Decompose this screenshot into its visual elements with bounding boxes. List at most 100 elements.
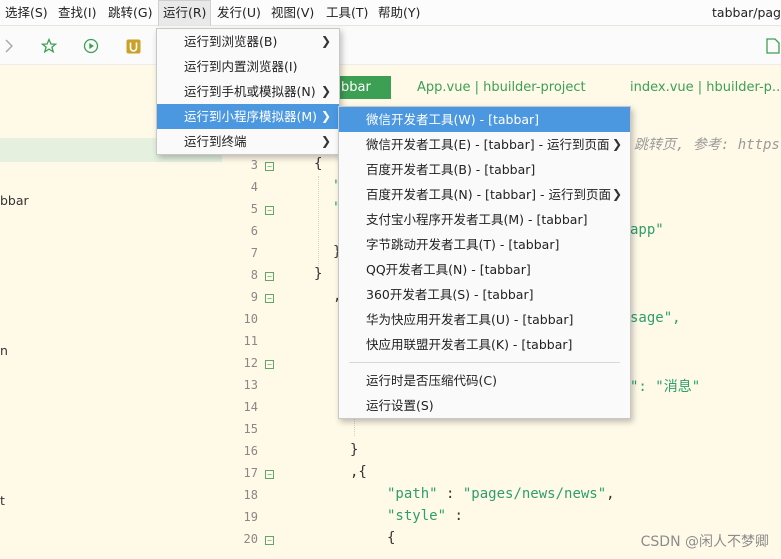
menu-item-label: 运行到终端: [184, 134, 247, 149]
menu-item-run-miniprogram[interactable]: 运行到小程序模拟器(M) ❯: [157, 104, 339, 129]
fold-toggle-icon[interactable]: −: [265, 536, 274, 545]
fold-toggle-icon[interactable]: −: [265, 272, 274, 281]
menu-item-label: 百度开发者工具(N) - [tabbar] - 运行到页面: [366, 187, 612, 202]
menu-item-run-device[interactable]: 运行到手机或模拟器(N) ❯: [157, 79, 339, 104]
menu-item-label: 快应用联盟开发者工具(K) - [tabbar]: [366, 337, 573, 352]
menubar: 选择(S) 查找(I) 跳转(G) 运行(R) 发行(U) 视图(V) 工具(T…: [0, 0, 781, 26]
chevron-right-icon: ❯: [320, 84, 331, 98]
uni-app-icon[interactable]: [124, 27, 142, 65]
menu-item-run-browser[interactable]: 运行到浏览器(B) ❯: [157, 29, 339, 54]
menu-item-label: 360开发者工具(S) - [tabbar]: [366, 287, 534, 302]
menu-publish[interactable]: 发行(U): [216, 0, 262, 26]
tab-active[interactable]: bbar: [331, 76, 391, 99]
run-menu: 运行到浏览器(B) ❯ 运行到内置浏览器(I) 运行到手机或模拟器(N) ❯ 运…: [156, 28, 340, 155]
menu-item-label: QQ开发者工具(N) - [tabbar]: [366, 262, 531, 277]
menu-item-run-terminal[interactable]: 运行到终端 ❯: [157, 129, 339, 154]
line-number: 14: [243, 400, 258, 414]
menu-item-wechat-page[interactable]: 微信开发者工具(E) - [tabbar] - 运行到页面 ❯: [339, 132, 630, 157]
menu-item-qq[interactable]: QQ开发者工具(N) - [tabbar]: [339, 257, 630, 282]
menu-item-baidu-page[interactable]: 百度开发者工具(N) - [tabbar] - 运行到页面 ❯: [339, 182, 630, 207]
menu-separator: [349, 362, 620, 363]
menu-item-wechat[interactable]: 微信开发者工具(W) - [tabbar]: [339, 107, 630, 132]
menu-item-label: 百度开发者工具(B) - [tabbar]: [366, 162, 536, 177]
menu-item-label: 微信开发者工具(E) - [tabbar] - 运行到页面: [366, 137, 610, 152]
miniprogram-submenu: 微信开发者工具(W) - [tabbar] 微信开发者工具(E) - [tabb…: [338, 106, 631, 419]
menu-item-label: 运行到浏览器(B): [184, 34, 278, 49]
code-colon: :: [437, 486, 463, 502]
line-number: 12: [243, 356, 258, 370]
window-title: tabbar/pag: [712, 5, 781, 20]
menu-item-bytedance[interactable]: 字节跳动开发者工具(T) - [tabbar]: [339, 232, 630, 257]
tree-item-partial-2[interactable]: t: [0, 493, 5, 508]
menu-item-label: 运行设置(S): [366, 398, 434, 413]
menu-item-run-settings[interactable]: 运行设置(S): [339, 393, 630, 418]
menu-item-label: 运行到小程序模拟器(M): [184, 109, 318, 124]
menu-item-quickapp[interactable]: 快应用联盟开发者工具(K) - [tabbar]: [339, 332, 630, 357]
star-icon[interactable]: [38, 27, 60, 65]
line-number: 10: [243, 312, 258, 326]
line-number: 7: [250, 246, 258, 260]
tab-app-vue[interactable]: App.vue | hbuilder-project: [417, 76, 586, 99]
menu-item-360[interactable]: 360开发者工具(S) - [tabbar]: [339, 282, 630, 307]
menu-item-label: 运行时是否压缩代码(C): [366, 373, 497, 388]
toolbar: [0, 27, 781, 65]
menu-help[interactable]: 帮助(Y): [377, 0, 421, 26]
line-number: 3: [250, 158, 258, 172]
code-line-19: "style" :: [387, 508, 463, 524]
menu-item-label: 支付宝小程序开发者工具(M) - [tabbar]: [366, 212, 588, 227]
code-line-6: app": [630, 222, 664, 238]
watermark: CSDN @闲人不梦卿: [640, 534, 769, 550]
code-key-style: "style": [387, 508, 447, 524]
code-key-path: "path": [387, 486, 438, 502]
line-number: 16: [243, 444, 258, 458]
fold-toggle-icon[interactable]: −: [265, 162, 274, 171]
code-line-8: }: [314, 266, 323, 282]
line-number: 6: [250, 224, 258, 238]
menu-view[interactable]: 视图(V): [270, 0, 315, 26]
tree-item-partial[interactable]: n: [0, 343, 8, 358]
chevron-right-icon: ❯: [320, 109, 331, 123]
file-icon[interactable]: [764, 27, 781, 65]
menu-item-label: 运行到内置浏览器(I): [184, 59, 298, 74]
menu-item-alipay[interactable]: 支付宝小程序开发者工具(M) - [tabbar]: [339, 207, 630, 232]
chevron-right-icon[interactable]: [2, 27, 16, 65]
fold-toggle-icon[interactable]: −: [265, 294, 274, 303]
code-line-3: {: [314, 156, 323, 172]
menu-goto[interactable]: 跳转(G): [107, 0, 153, 26]
fold-toggle-icon[interactable]: −: [265, 360, 274, 369]
menu-tools[interactable]: 工具(T): [325, 0, 369, 26]
indent-guide: [318, 176, 319, 276]
fold-toggle-icon[interactable]: −: [265, 206, 274, 215]
menu-item-compress-code[interactable]: 运行时是否压缩代码(C): [339, 368, 630, 393]
line-number: 9: [250, 290, 258, 304]
menu-item-baidu[interactable]: 百度开发者工具(B) - [tabbar]: [339, 157, 630, 182]
menu-item-huawei[interactable]: 华为快应用开发者工具(U) - [tabbar]: [339, 307, 630, 332]
menu-item-run-builtin-browser[interactable]: 运行到内置浏览器(I): [157, 54, 339, 79]
line-number: 17: [243, 466, 258, 480]
code-line-16: }: [350, 442, 359, 458]
code-line-20: {: [387, 530, 396, 546]
menu-item-label: 字节跳动开发者工具(T) - [tabbar]: [366, 237, 560, 252]
code-line-18: "path" : "pages/news/news",: [387, 486, 615, 502]
line-number: 20: [243, 532, 258, 546]
menu-run[interactable]: 运行(R): [158, 0, 212, 26]
menu-item-label: 华为快应用开发者工具(U) - [tabbar]: [366, 312, 574, 327]
line-number: 5: [250, 202, 258, 216]
line-number: 18: [243, 488, 258, 502]
chevron-right-icon: ❯: [611, 187, 622, 201]
line-number: 15: [243, 422, 258, 436]
chevron-right-icon: ❯: [320, 134, 331, 148]
tab-index-vue[interactable]: index.vue | hbuilder-p......: [630, 76, 781, 99]
fold-toggle-icon[interactable]: −: [265, 470, 274, 479]
menu-select[interactable]: 选择(S): [4, 0, 49, 26]
menu-find[interactable]: 查找(I): [57, 0, 97, 26]
tree-item-tabbar[interactable]: bbar: [0, 193, 29, 208]
code-comma: ,: [606, 486, 615, 502]
line-number: 8: [250, 268, 258, 282]
chevron-right-icon: ❯: [611, 137, 622, 151]
code-value-path: "pages/news/news": [462, 486, 607, 502]
code-line-17: ,{: [350, 464, 367, 480]
play-circle-icon[interactable]: [80, 27, 102, 65]
code-colon: :: [446, 508, 463, 524]
chevron-right-icon: ❯: [320, 34, 331, 48]
